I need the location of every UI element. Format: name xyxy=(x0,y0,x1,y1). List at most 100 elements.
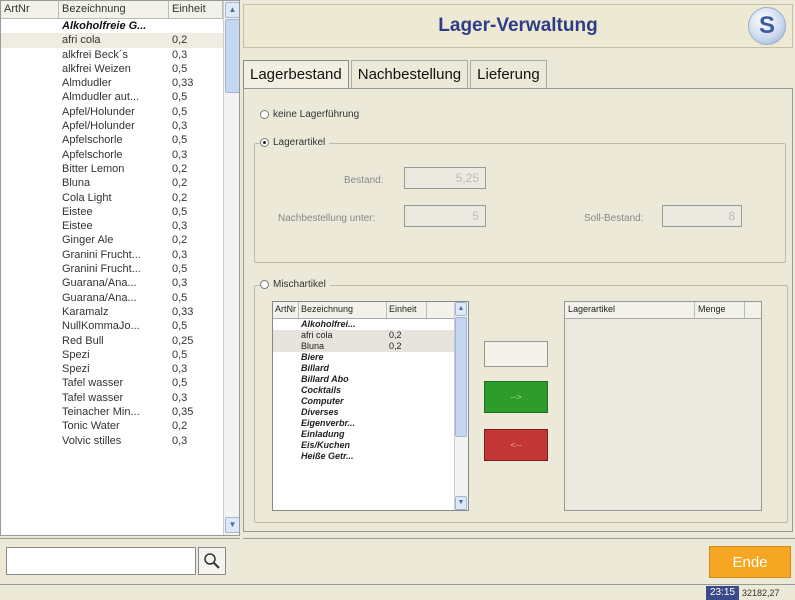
misch-list-item[interactable]: Billard Abo xyxy=(273,374,468,385)
list-item[interactable]: Bluna 0,2 xyxy=(1,176,223,190)
list-item-unit: 0,3 xyxy=(172,391,188,404)
list-item[interactable]: Tonic Water 0,2 xyxy=(1,419,223,433)
misch-item-artnr xyxy=(273,385,299,396)
misch-item-name: afri cola xyxy=(301,330,333,340)
list-item-name: Almdudler aut... xyxy=(62,91,140,104)
add-button[interactable]: --> xyxy=(484,381,548,413)
list-item-name: Guarana/Ana... xyxy=(62,277,137,290)
inner-scrollbar[interactable]: ▲ ▼ xyxy=(454,302,468,510)
list-item[interactable]: Cola Light 0,2 xyxy=(1,191,223,205)
remove-button[interactable]: <-- xyxy=(484,429,548,461)
list-item[interactable]: Alkoholfreie G... xyxy=(1,19,223,33)
misch-list-item[interactable]: Billard xyxy=(273,363,468,374)
col-lagerartikel[interactable]: Lagerartikel xyxy=(565,302,695,318)
list-item[interactable]: Red Bull 0,25 xyxy=(1,334,223,348)
lagerartikel-menge-grid[interactable]: Lagerartikel Menge xyxy=(564,301,762,511)
quantity-field[interactable] xyxy=(484,341,548,367)
misch-item-artnr xyxy=(273,341,299,352)
list-item[interactable]: afri cola 0,2 xyxy=(1,33,223,48)
misch-item-unit: 0,2 xyxy=(389,341,402,351)
list-item[interactable]: Apfelschorle 0,5 xyxy=(1,133,223,147)
col-menge[interactable]: Menge xyxy=(695,302,745,318)
app-logo-icon: S xyxy=(748,7,786,45)
inner-col-bezeichnung[interactable]: Bezeichnung xyxy=(299,302,387,318)
misch-article-grid[interactable]: ArtNr Bezeichnung Einheit Alkoholfrei...… xyxy=(272,301,469,511)
col-bezeichnung[interactable]: Bezeichnung xyxy=(59,1,169,18)
col-einheit[interactable]: Einheit xyxy=(169,1,223,18)
list-item[interactable]: Karamalz 0,33 xyxy=(1,305,223,319)
list-item-artnr xyxy=(1,291,59,305)
list-item[interactable]: Granini Frucht... 0,3 xyxy=(1,248,223,262)
misch-list-item[interactable]: Diverses xyxy=(273,407,468,418)
scroll-thumb[interactable] xyxy=(225,19,239,93)
bestand-field[interactable]: 5,25 xyxy=(404,167,486,189)
list-item[interactable]: Eistee 0,5 xyxy=(1,205,223,219)
misch-list-item[interactable]: Heiße Getr... xyxy=(273,451,468,462)
status-bar: 23:15 32182,27 xyxy=(0,584,795,600)
radio-lagerartikel-label: Lagerartikel xyxy=(273,137,326,148)
list-item[interactable]: Apfelschorle 0,3 xyxy=(1,148,223,162)
radio-lagerartikel[interactable]: Lagerartikel xyxy=(260,137,330,148)
search-button[interactable] xyxy=(198,547,226,575)
list-item-name: Spezi xyxy=(62,348,90,361)
list-item[interactable]: Bitter Lemon 0,2 xyxy=(1,162,223,176)
list-item[interactable]: Guarana/Ana... 0,5 xyxy=(1,291,223,305)
inner-col-einheit[interactable]: Einheit xyxy=(387,302,427,318)
misch-list-item[interactable]: Cocktails xyxy=(273,385,468,396)
list-item[interactable]: Ginger Ale 0,2 xyxy=(1,233,223,247)
misch-list-item[interactable]: Alkoholfrei... xyxy=(273,319,468,330)
list-item-artnr xyxy=(1,162,59,176)
nachbestellung-field[interactable]: 5 xyxy=(404,205,486,227)
misch-list-item[interactable]: Einladung xyxy=(273,429,468,440)
inner-col-artnr[interactable]: ArtNr xyxy=(273,302,299,318)
article-list[interactable]: ArtNr Bezeichnung Einheit Alkoholfreie G… xyxy=(0,0,240,536)
list-item-unit: 0,3 xyxy=(172,277,188,290)
list-item[interactable]: Volvic stilles 0,3 xyxy=(1,434,223,448)
misch-list-item[interactable]: Biere xyxy=(273,352,468,363)
scroll-down-icon[interactable]: ▼ xyxy=(455,496,467,510)
list-item[interactable]: Almdudler aut... 0,5 xyxy=(1,90,223,104)
tab-nachbestellung[interactable]: Nachbestellung xyxy=(350,60,469,88)
list-item[interactable]: Guarana/Ana... 0,3 xyxy=(1,276,223,290)
radio-keine-lagerfuehrung[interactable]: keine Lagerführung xyxy=(260,109,359,120)
list-item-artnr xyxy=(1,191,59,205)
tab-lieferung[interactable]: Lieferung xyxy=(470,60,547,88)
search-input[interactable] xyxy=(6,547,196,575)
list-item[interactable]: Apfel/Holunder 0,3 xyxy=(1,119,223,133)
scroll-down-icon[interactable]: ▼ xyxy=(225,517,239,533)
misch-list-item[interactable]: Eis/Kuchen xyxy=(273,440,468,451)
scroll-up-icon[interactable]: ▲ xyxy=(455,302,467,316)
list-item[interactable]: alkfrei Beck´s 0,3 xyxy=(1,48,223,62)
list-item-name: Eistee xyxy=(62,220,93,233)
list-item[interactable]: Apfel/Holunder 0,5 xyxy=(1,105,223,119)
list-item-artnr xyxy=(1,248,59,262)
list-item[interactable]: alkfrei Weizen 0,5 xyxy=(1,62,223,76)
list-item-unit: 0,3 xyxy=(172,220,188,233)
misch-item-name: Billard xyxy=(301,363,330,373)
misch-list-item[interactable]: afri cola 0,2 xyxy=(273,330,468,341)
misch-item-name: Eis/Kuchen xyxy=(301,440,351,450)
list-item[interactable]: Tafel wasser 0,3 xyxy=(1,391,223,405)
misch-item-unit xyxy=(387,440,427,451)
scroll-up-icon[interactable]: ▲ xyxy=(225,2,239,18)
scroll-thumb[interactable] xyxy=(455,317,467,437)
list-item[interactable]: Teinacher Min... 0,35 xyxy=(1,405,223,419)
list-item[interactable]: Spezi 0,3 xyxy=(1,362,223,376)
misch-list-item[interactable]: Bluna 0,2 xyxy=(273,341,468,352)
list-item[interactable]: Granini Frucht... 0,5 xyxy=(1,262,223,276)
list-item[interactable]: Eistee 0,3 xyxy=(1,219,223,233)
ende-button[interactable]: Ende xyxy=(709,546,791,578)
list-item-artnr xyxy=(1,19,59,33)
list-item-unit: 0,2 xyxy=(172,420,188,433)
list-item[interactable]: Tafel wasser 0,5 xyxy=(1,376,223,390)
radio-mischartikel[interactable]: Mischartikel xyxy=(260,279,330,290)
list-item[interactable]: NullKommaJo... 0,5 xyxy=(1,319,223,333)
col-artnr[interactable]: ArtNr xyxy=(1,1,59,18)
soll-bestand-field[interactable]: 8 xyxy=(662,205,742,227)
list-item[interactable]: Spezi 0,5 xyxy=(1,348,223,362)
misch-list-item[interactable]: Computer xyxy=(273,396,468,407)
misch-list-item[interactable]: Eigenverbr... xyxy=(273,418,468,429)
tab-lagerbestand[interactable]: Lagerbestand xyxy=(243,60,349,88)
list-item[interactable]: Almdudler 0,33 xyxy=(1,76,223,90)
list-scrollbar[interactable]: ▲ ▼ xyxy=(223,1,239,535)
